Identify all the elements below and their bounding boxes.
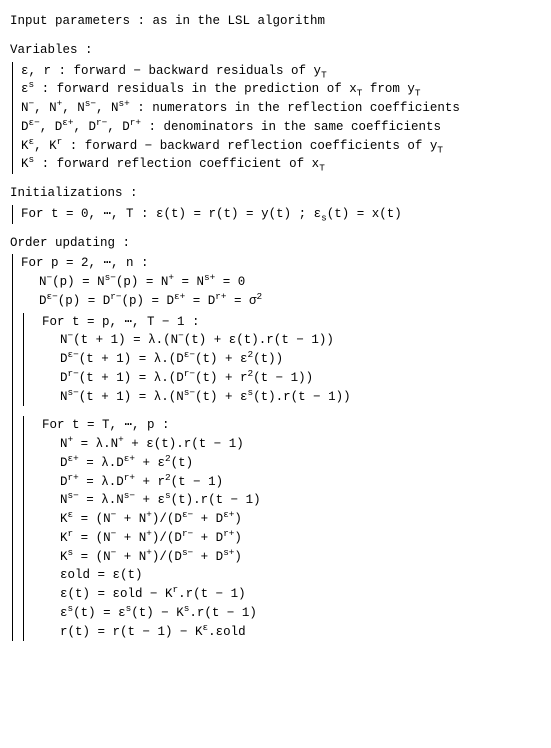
var-line-3: N−, N+, Ns−, Ns+ : numerators in the ref… <box>21 99 541 118</box>
t: = σ <box>227 294 257 308</box>
variables-section: Variables : ε, r : forward − backward re… <box>10 41 541 174</box>
i2-l10: εs(t) = εs(t) − Ks.r(t − 1) <box>42 604 541 623</box>
order-title: Order updating : <box>10 234 541 253</box>
i1-l2: Dε−(t + 1) = λ.(Dε−(t) + ε2(t)) <box>42 350 541 369</box>
s: 2 <box>257 291 263 302</box>
for-p-line: For p = 2, ⋯, n : <box>21 254 541 273</box>
text: : numerators in the reflection coefficie… <box>130 101 460 115</box>
d-init-line: Dε−(p) = Dr−(p) = Dε+ = Dr+ = σ2 <box>21 292 541 311</box>
i2-l8: εold = ε(t) <box>42 566 541 585</box>
text: K <box>21 139 29 153</box>
s: r− <box>110 291 121 302</box>
t: (p) = D <box>58 294 111 308</box>
text: , K <box>34 139 57 153</box>
text: N <box>21 101 29 115</box>
for-t1-line: For t = p, ⋯, T − 1 : <box>42 313 541 332</box>
text: : forward − backward reflection coeffici… <box>62 139 437 153</box>
text: , N <box>62 101 85 115</box>
text: , N <box>34 101 57 115</box>
init-bracket: For t = 0, ⋯, T : ε(t) = r(t) = y(t) ; ε… <box>12 205 541 224</box>
text: , D <box>40 120 63 134</box>
order-outer-bracket: For p = 2, ⋯, n : N−(p) = Ns−(p) = N+ = … <box>12 254 541 641</box>
text: K <box>21 157 29 171</box>
sup: ε+ <box>62 117 73 128</box>
text: : denominators in the same coefficients <box>141 120 441 134</box>
text: ε, r : forward − backward residuals of y <box>21 64 321 78</box>
i1-l1: N−(t + 1) = λ.(N−(t) + ε(t).r(t − 1)) <box>42 331 541 350</box>
s: s+ <box>204 272 215 283</box>
text: : forward residuals in the prediction of… <box>34 82 357 96</box>
i2-l1: N+ = λ.N+ + ε(t).r(t − 1) <box>42 435 541 454</box>
text: ε <box>21 82 29 96</box>
t: = D <box>185 294 215 308</box>
var-line-1: ε, r : forward − backward residuals of y… <box>21 62 541 81</box>
i2-l6: Kr = (N− + N+)/(Dr− + Dr+) <box>42 529 541 548</box>
i1-l3: Dr−(t + 1) = λ.(Dr−(t) + r2(t − 1)) <box>42 369 541 388</box>
sub: T <box>415 88 421 99</box>
sub: T <box>321 69 327 80</box>
sup: ε− <box>29 117 40 128</box>
i2-l5: Kε = (N− + N+)/(Dε− + Dε+) <box>42 510 541 529</box>
var-line-4: Dε−, Dε+, Dr−, Dr+ : denominators in the… <box>21 118 541 137</box>
sup: r+ <box>130 117 141 128</box>
sub: T <box>437 144 443 155</box>
i2-l3: Dr+ = λ.Dr+ + r2(t − 1) <box>42 473 541 492</box>
t: (p) = D <box>122 294 175 308</box>
s: ε− <box>47 291 58 302</box>
init-title: Initializations : <box>10 184 541 203</box>
text: , D <box>74 120 97 134</box>
t: = N <box>174 275 204 289</box>
variables-title: Variables : <box>10 41 541 60</box>
sup: r− <box>96 117 107 128</box>
order-section: Order updating : For p = 2, ⋯, n : N−(p)… <box>10 234 541 642</box>
t: N <box>39 275 47 289</box>
text: from y <box>362 82 415 96</box>
init-line: For t = 0, ⋯, T : ε(t) = r(t) = y(t) ; ε… <box>21 205 541 224</box>
inner-bracket-2: For t = T, ⋯, p : N+ = λ.N+ + ε(t).r(t −… <box>23 416 541 641</box>
input-parameters: Input parameters : as in the LSL algorit… <box>10 12 541 31</box>
text: For t = 0, ⋯, T : ε(t) = r(t) = y(t) ; ε <box>21 207 321 221</box>
text: , D <box>107 120 130 134</box>
i1-l4: Ns−(t + 1) = λ.(Ns−(t) + εs(t).r(t − 1)) <box>42 388 541 407</box>
text: (t) = x(t) <box>327 207 402 221</box>
variables-bracket: ε, r : forward − backward residuals of y… <box>12 62 541 175</box>
text: , N <box>96 101 119 115</box>
sub: T <box>319 163 325 174</box>
i2-l11: r(t) = r(t − 1) − Kε.εold <box>42 623 541 642</box>
init-section: Initializations : For t = 0, ⋯, T : ε(t)… <box>10 184 541 224</box>
for-t2-line: For t = T, ⋯, p : <box>42 416 541 435</box>
n-init-line: N−(p) = Ns−(p) = N+ = Ns+ = 0 <box>21 273 541 292</box>
var-line-2: εs : forward residuals in the prediction… <box>21 80 541 99</box>
s: s− <box>105 272 116 283</box>
i2-l9: ε(t) = εold − Kr.r(t − 1) <box>42 585 541 604</box>
text: D <box>21 120 29 134</box>
t: (p) = N <box>52 275 105 289</box>
s: r+ <box>215 291 226 302</box>
i2-l2: Dε+ = λ.Dε+ + ε2(t) <box>42 454 541 473</box>
sup: s− <box>85 98 96 109</box>
var-line-5: Kε, Kr : forward − backward reflection c… <box>21 137 541 156</box>
var-line-6: Ks : forward reflection coefficient of x… <box>21 155 541 174</box>
i2-l4: Ns− = λ.Ns− + εs(t).r(t − 1) <box>42 491 541 510</box>
text: : forward reflection coefficient of x <box>34 157 319 171</box>
s: ε+ <box>174 291 185 302</box>
sup: s+ <box>119 98 130 109</box>
i2-l7: Ks = (N− + N+)/(Ds− + Ds+) <box>42 548 541 567</box>
t: = 0 <box>215 275 245 289</box>
inner-bracket-1: For t = p, ⋯, T − 1 : N−(t + 1) = λ.(N−(… <box>23 313 541 407</box>
t: (p) = N <box>116 275 169 289</box>
t: D <box>39 294 47 308</box>
